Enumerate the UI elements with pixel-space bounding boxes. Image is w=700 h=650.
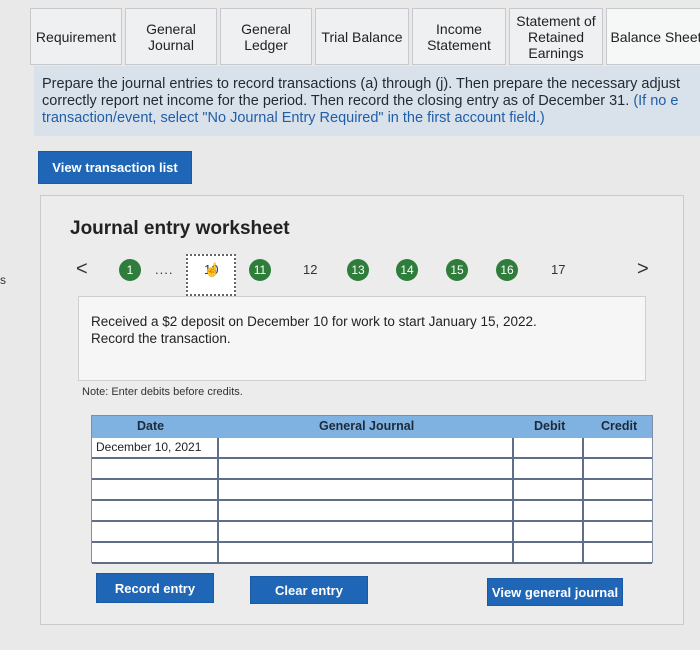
- journal-table: Date General Journal Debit Credit Decemb…: [91, 415, 653, 564]
- tab-bar: Requirement General Journal General Ledg…: [30, 8, 700, 65]
- view-transaction-list-button[interactable]: View transaction list: [38, 151, 192, 184]
- journal-table-body: December 10, 2021: [92, 438, 652, 564]
- credit-field[interactable]: [582, 438, 652, 457]
- step-15[interactable]: 15: [446, 259, 468, 281]
- account-field[interactable]: [217, 543, 512, 562]
- step-current[interactable]: 10 ☝: [186, 254, 236, 296]
- record-entry-button[interactable]: Record entry: [96, 573, 214, 603]
- journal-table-header: Date General Journal Debit Credit: [92, 416, 652, 438]
- entry-note: Note: Enter debits before credits.: [82, 386, 243, 398]
- prev-arrow-icon[interactable]: <: [76, 258, 88, 281]
- hand-cursor-icon: ☝: [204, 262, 221, 277]
- account-field[interactable]: [217, 459, 512, 478]
- step-12[interactable]: 12: [303, 262, 317, 277]
- debit-field[interactable]: [512, 480, 582, 499]
- date-cell: [92, 501, 215, 520]
- credit-field[interactable]: [582, 459, 652, 478]
- credit-field[interactable]: [582, 522, 652, 541]
- worksheet-title: Journal entry worksheet: [70, 218, 290, 239]
- table-row: [92, 543, 652, 564]
- instructions-line-2: correctly report net income for the peri…: [42, 93, 700, 110]
- credit-field[interactable]: [582, 501, 652, 520]
- table-row: [92, 522, 652, 543]
- tab-general-ledger[interactable]: General Ledger: [220, 8, 312, 65]
- debit-field[interactable]: [512, 438, 582, 457]
- header-credit: Credit: [601, 419, 638, 433]
- instructions-line-2a: correctly report net income for the peri…: [42, 93, 634, 109]
- date-cell: [92, 480, 215, 499]
- date-cell: December 10, 2021: [92, 438, 215, 457]
- tab-balance-sheet[interactable]: Balance Sheet: [606, 8, 700, 65]
- step-11[interactable]: 11: [249, 259, 271, 281]
- debit-field[interactable]: [512, 459, 582, 478]
- table-row: December 10, 2021: [92, 438, 652, 459]
- debit-field[interactable]: [512, 522, 582, 541]
- account-field[interactable]: [217, 438, 512, 457]
- account-field[interactable]: [217, 522, 512, 541]
- header-debit: Debit: [534, 419, 566, 433]
- table-row: [92, 459, 652, 480]
- step-17[interactable]: 17: [551, 262, 565, 277]
- step-navigation: < 1 .... 10 ☝ 11 12 13 14 15 16 17 >: [41, 254, 685, 296]
- tab-trial-balance[interactable]: Trial Balance: [315, 8, 409, 65]
- account-field[interactable]: [217, 480, 512, 499]
- instructions-line-1: Prepare the journal entries to record tr…: [42, 76, 681, 92]
- next-arrow-icon[interactable]: >: [637, 258, 649, 281]
- header-date: Date: [137, 419, 165, 433]
- debit-field[interactable]: [512, 543, 582, 562]
- credit-field[interactable]: [582, 543, 652, 562]
- clear-entry-button[interactable]: Clear entry: [250, 576, 368, 604]
- date-cell: [92, 522, 215, 541]
- tab-general-journal[interactable]: General Journal: [125, 8, 217, 65]
- step-ellipsis: ....: [155, 262, 174, 277]
- tab-requirement[interactable]: Requirement: [30, 8, 122, 65]
- tab-retained-earnings[interactable]: Statement of Retained Earnings: [509, 8, 603, 65]
- instructions-panel: Prepare the journal entries to record tr…: [34, 66, 700, 136]
- transaction-description: Received a $2 deposit on December 10 for…: [78, 296, 646, 381]
- account-field[interactable]: [217, 501, 512, 520]
- step-16[interactable]: 16: [496, 259, 518, 281]
- step-14[interactable]: 14: [396, 259, 418, 281]
- tab-income-statement[interactable]: Income Statement: [412, 8, 506, 65]
- view-general-journal-button[interactable]: View general journal: [487, 578, 623, 606]
- debit-field[interactable]: [512, 501, 582, 520]
- header-general-journal: General Journal: [319, 419, 415, 433]
- step-13[interactable]: 13: [347, 259, 369, 281]
- date-cell: [92, 459, 215, 478]
- credit-field[interactable]: [582, 480, 652, 499]
- instructions-line-2b: (If no e: [633, 93, 679, 109]
- instructions-line-3: transaction/event, select "No Journal En…: [42, 110, 545, 126]
- journal-entry-worksheet: Journal entry worksheet < 1 .... 10 ☝ 11…: [40, 195, 684, 625]
- date-cell: [92, 543, 215, 562]
- table-row: [92, 501, 652, 522]
- table-row: [92, 480, 652, 501]
- side-text: s: [0, 273, 6, 287]
- step-1[interactable]: 1: [119, 259, 141, 281]
